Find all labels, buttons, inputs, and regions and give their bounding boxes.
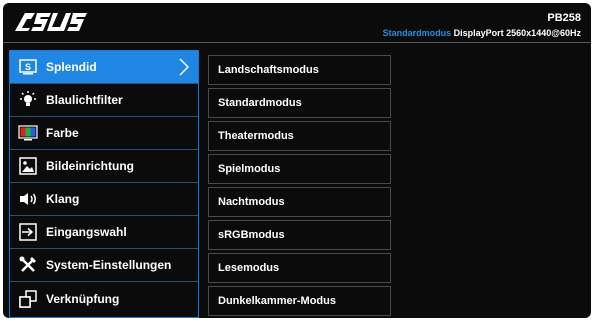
image-icon xyxy=(18,156,38,176)
submenu-item[interactable]: Theatermodus xyxy=(208,121,391,151)
main-menu: S Splendid Blaulichtfilter Farbe Bildein… xyxy=(9,50,199,318)
chevron-right-icon xyxy=(179,58,190,76)
model-name: PB258 xyxy=(547,12,581,24)
submenu-item[interactable]: Landschaftsmodus xyxy=(208,55,391,85)
submenu-item[interactable]: sRGBmodus xyxy=(208,220,391,250)
osd-header: PB258 Standardmodus DisplayPort 2560x144… xyxy=(3,3,591,41)
menu-item-label: Verknüpfung xyxy=(46,291,120,306)
menu-item-system-einstellungen[interactable]: System-Einstellungen xyxy=(10,249,198,282)
speaker-icon xyxy=(18,189,38,209)
menu-item-label: System-Einstellungen xyxy=(46,258,172,272)
asus-logo xyxy=(15,13,87,31)
menu-item-verknuepfung[interactable]: Verknüpfung xyxy=(10,282,198,315)
menu-item-eingangswahl[interactable]: Eingangswahl xyxy=(10,216,198,249)
menu-item-label: Splendid xyxy=(46,60,97,74)
menu-item-label: Bildeinrichtung xyxy=(46,159,134,173)
svg-text:S: S xyxy=(25,62,31,72)
submenu-item[interactable]: Spielmodus xyxy=(208,154,391,184)
submenu-item[interactable]: Nachtmodus xyxy=(208,187,391,217)
signal-info: DisplayPort 2560x1440@60Hz xyxy=(451,28,581,38)
color-icon xyxy=(18,123,38,143)
submenu-item[interactable]: Standardmodus xyxy=(208,88,391,118)
bluelight-icon xyxy=(18,90,38,110)
menu-item-klang[interactable]: Klang xyxy=(10,183,198,216)
input-icon xyxy=(18,222,38,242)
menu-item-blaulichtfilter[interactable]: Blaulichtfilter xyxy=(10,84,198,117)
shortcut-icon xyxy=(18,289,38,309)
status-line: Standardmodus DisplayPort 2560x1440@60Hz xyxy=(383,28,581,38)
menu-item-splendid[interactable]: S Splendid xyxy=(10,51,198,84)
tools-icon xyxy=(18,255,38,275)
menu-item-label: Klang xyxy=(46,192,80,206)
menu-item-bildeinrichtung[interactable]: Bildeinrichtung xyxy=(10,150,198,183)
header-divider xyxy=(3,42,591,43)
menu-item-label: Farbe xyxy=(46,126,79,140)
menu-item-farbe[interactable]: Farbe xyxy=(10,117,198,150)
submenu-item[interactable]: Dunkelkammer-Modus xyxy=(208,286,391,316)
menu-item-label: Eingangswahl xyxy=(46,225,127,239)
menu-item-label: Blaulichtfilter xyxy=(46,93,123,107)
submenu-item[interactable]: Lesemodus xyxy=(208,253,391,283)
osd-window: PB258 Standardmodus DisplayPort 2560x144… xyxy=(3,3,591,318)
splendid-icon: S xyxy=(18,57,38,77)
current-mode: Standardmodus xyxy=(382,28,452,38)
